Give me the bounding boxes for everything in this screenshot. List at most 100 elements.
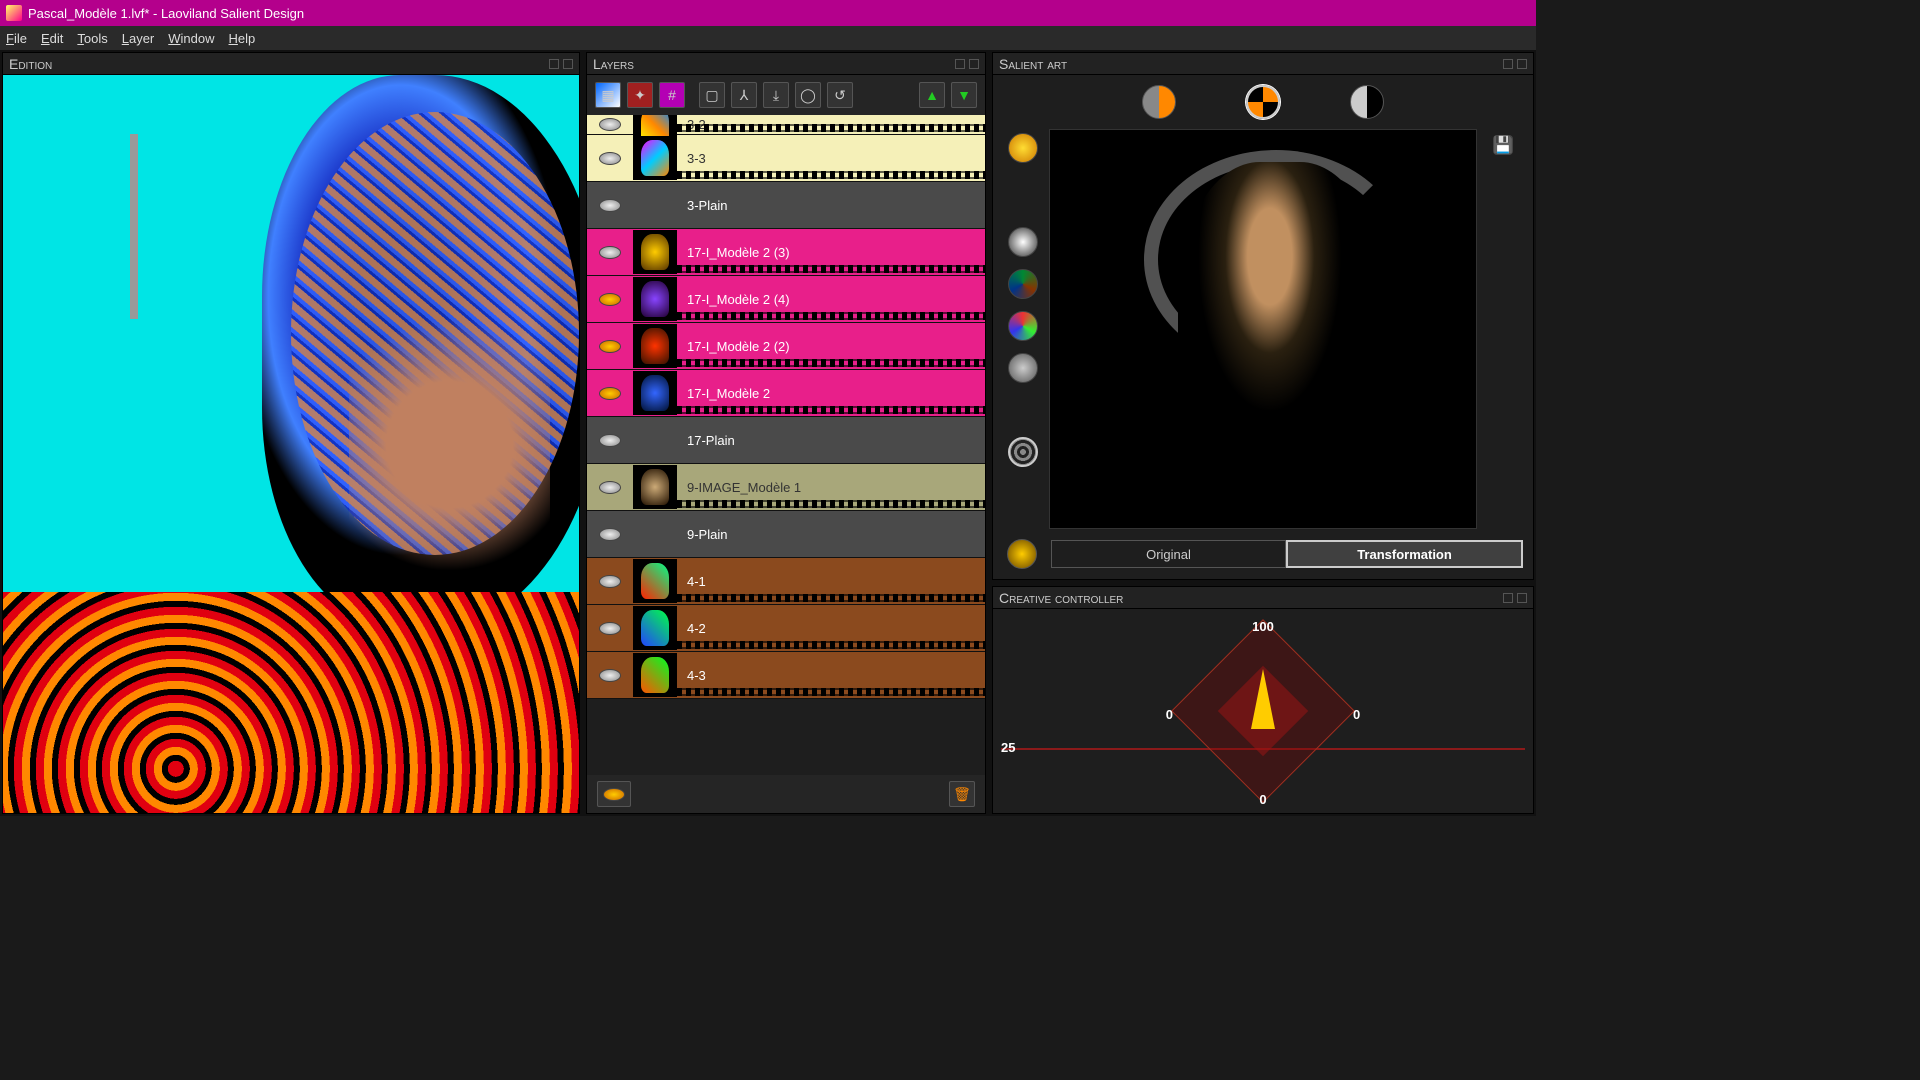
layer-row[interactable]: 17-Plain xyxy=(587,417,985,464)
layer-label: 3-Plain xyxy=(677,182,985,228)
creative-value-edge: 25 xyxy=(1001,740,1015,755)
creative-diamond[interactable] xyxy=(1198,646,1328,776)
tab-transformation[interactable]: Transformation xyxy=(1286,540,1523,568)
layer-thumbnail xyxy=(633,418,677,462)
layer-label: 4-2 xyxy=(677,605,985,651)
layer-tool-grid-icon[interactable]: # xyxy=(659,82,685,108)
layer-list[interactable]: 3-23-33-Plain17-I_Modèle 2 (3)17-I_Modèl… xyxy=(587,115,985,775)
layer-visibility-toggle[interactable] xyxy=(587,387,633,400)
tool-target-icon[interactable] xyxy=(1008,437,1038,467)
layer-row[interactable]: 4-2 xyxy=(587,605,985,652)
filmstrip-icon xyxy=(677,312,985,320)
layer-label: 3-3 xyxy=(677,135,985,181)
layer-tool-fx-icon[interactable]: ✦ xyxy=(627,82,653,108)
layer-visibility-toggle[interactable] xyxy=(587,340,633,353)
salient-preview-canvas[interactable] xyxy=(1049,129,1477,529)
layer-row[interactable]: 3-2 xyxy=(587,115,985,135)
artwork-region xyxy=(3,592,579,813)
menu-tools[interactable]: Tools xyxy=(77,31,107,46)
layer-visibility-toggle[interactable] xyxy=(587,575,633,588)
layer-tool-anchor-icon[interactable]: ⤓ xyxy=(763,82,789,108)
hidden-icon xyxy=(599,118,621,131)
tool-globe-icon[interactable] xyxy=(1008,353,1038,383)
filmstrip-icon xyxy=(677,359,985,367)
layer-move-down-icon[interactable]: ▼ xyxy=(951,82,977,108)
layer-row[interactable]: 4-1 xyxy=(587,558,985,605)
creative-value-top: 100 xyxy=(1252,619,1274,634)
hidden-icon xyxy=(599,152,621,165)
layer-visibility-toggle[interactable] xyxy=(587,669,633,682)
tool-rgb-icon[interactable] xyxy=(1008,311,1038,341)
tool-tricolor-icon[interactable] xyxy=(1008,269,1038,299)
tool-sun-icon[interactable] xyxy=(1008,133,1038,163)
layer-thumbnail xyxy=(633,324,677,368)
panel-close-icon[interactable] xyxy=(969,59,979,69)
filmstrip-icon xyxy=(677,171,985,179)
creative-pointer-icon[interactable] xyxy=(1251,669,1275,729)
panel-float-icon[interactable] xyxy=(1503,59,1513,69)
layer-row[interactable]: 9-IMAGE_Modèle 1 xyxy=(587,464,985,511)
layer-row[interactable]: 17-I_Modèle 2 (4) xyxy=(587,276,985,323)
panel-header-edition: Edition xyxy=(3,53,579,75)
menu-file[interactable]: File xyxy=(6,31,27,46)
tool-diamond-icon[interactable] xyxy=(1008,227,1038,257)
window-title: Pascal_Modèle 1.lvf* - Laoviland Salient… xyxy=(28,6,304,21)
edition-canvas[interactable] xyxy=(3,75,579,813)
panel-close-icon[interactable] xyxy=(1517,59,1527,69)
menubar: File Edit Tools Layer Window Help xyxy=(0,26,1536,50)
menu-layer[interactable]: Layer xyxy=(122,31,155,46)
menu-window[interactable]: Window xyxy=(168,31,214,46)
layer-move-up-icon[interactable]: ▲ xyxy=(919,82,945,108)
filmstrip-icon xyxy=(677,594,985,602)
layer-visibility-toggle[interactable] xyxy=(587,199,633,212)
hidden-icon xyxy=(599,246,621,259)
salient-mode-2-icon[interactable] xyxy=(1246,85,1280,119)
layer-row[interactable]: 17-I_Modèle 2 xyxy=(587,370,985,417)
layer-row[interactable]: 9-Plain xyxy=(587,511,985,558)
tab-original[interactable]: Original xyxy=(1051,540,1286,568)
tool-save-icon[interactable]: 💾 xyxy=(1493,135,1513,155)
filmstrip-icon xyxy=(677,500,985,508)
tool-recycle-icon[interactable] xyxy=(1007,539,1037,569)
layer-visibility-toggle[interactable] xyxy=(587,293,633,306)
layer-vis-toggle-icon[interactable] xyxy=(597,781,631,807)
layer-tool-checker-icon[interactable]: ▦ xyxy=(595,82,621,108)
panel-float-icon[interactable] xyxy=(1503,593,1513,603)
layer-tool-reset-icon[interactable]: ↺ xyxy=(827,82,853,108)
layer-row[interactable]: 17-I_Modèle 2 (2) xyxy=(587,323,985,370)
layer-row[interactable]: 3-Plain xyxy=(587,182,985,229)
panel-close-icon[interactable] xyxy=(563,59,573,69)
titlebar: Pascal_Modèle 1.lvf* - Laoviland Salient… xyxy=(0,0,1536,26)
layer-row[interactable]: 3-3 xyxy=(587,135,985,182)
eye-icon xyxy=(599,293,621,306)
layer-delete-icon[interactable]: 🗑 xyxy=(949,781,975,807)
salient-mode-row xyxy=(1003,85,1523,119)
layer-visibility-toggle[interactable] xyxy=(587,152,633,165)
layer-row[interactable]: 17-I_Modèle 2 (3) xyxy=(587,229,985,276)
salient-right-tools: 💾 xyxy=(1483,129,1523,529)
menu-edit[interactable]: Edit xyxy=(41,31,63,46)
hidden-icon xyxy=(599,575,621,588)
panel-float-icon[interactable] xyxy=(549,59,559,69)
creative-body[interactable]: 100 0 0 0 25 xyxy=(993,609,1533,813)
layer-visibility-toggle[interactable] xyxy=(587,118,633,131)
layer-visibility-toggle[interactable] xyxy=(587,434,633,447)
salient-mode-1-icon[interactable] xyxy=(1142,85,1176,119)
layer-label: 4-3 xyxy=(677,652,985,698)
salient-mode-3-icon[interactable] xyxy=(1350,85,1384,119)
layer-visibility-toggle[interactable] xyxy=(587,481,633,494)
panel-close-icon[interactable] xyxy=(1517,593,1527,603)
layer-visibility-toggle[interactable] xyxy=(587,246,633,259)
layer-tool-new-icon[interactable]: ▢ xyxy=(699,82,725,108)
menu-help[interactable]: Help xyxy=(229,31,256,46)
layer-label: 3-2 xyxy=(677,115,985,134)
layer-visibility-toggle[interactable] xyxy=(587,528,633,541)
layer-thumbnail xyxy=(633,136,677,180)
panel-float-icon[interactable] xyxy=(955,59,965,69)
layer-tool-circle-icon[interactable]: ◯ xyxy=(795,82,821,108)
filmstrip-icon xyxy=(677,641,985,649)
hidden-icon xyxy=(599,199,621,212)
layer-row[interactable]: 4-3 xyxy=(587,652,985,699)
layer-visibility-toggle[interactable] xyxy=(587,622,633,635)
layer-tool-merge-icon[interactable]: ⅄ xyxy=(731,82,757,108)
